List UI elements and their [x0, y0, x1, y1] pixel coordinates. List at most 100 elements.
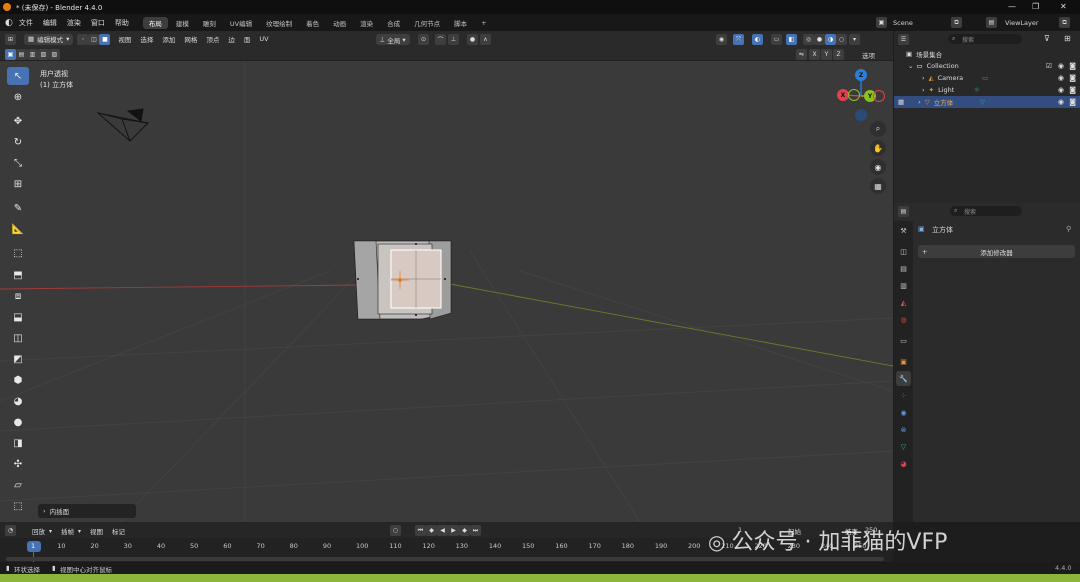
tab-rendering[interactable]: 渲染	[354, 17, 379, 29]
maximize-button[interactable]: ❐	[1032, 2, 1039, 11]
menu-vertex[interactable]: 顶点	[206, 34, 219, 44]
select-extend-icon[interactable]: ▤	[16, 49, 27, 60]
camera-render-icon[interactable]: ◙	[1069, 62, 1076, 70]
camera-view-icon[interactable]: ◉	[870, 159, 886, 175]
poly-build-tool[interactable]: ⬢	[7, 371, 29, 389]
cursor-tool[interactable]: ⊕	[7, 88, 29, 106]
edge-select-icon[interactable]: ◫	[88, 33, 100, 45]
snap-icon[interactable]: ⌒	[435, 34, 446, 45]
outliner-collection-row[interactable]: ⌄ ▭ Collection ☑ ◉ ◙	[894, 60, 1080, 72]
new-scene-icon[interactable]: ⧉	[951, 17, 962, 28]
outliner-scene-collection-row[interactable]: ▣ 场景集合	[894, 48, 1080, 60]
xray-icon[interactable]: ▭	[771, 34, 782, 45]
add-modifier-button[interactable]: + 添加修改器	[918, 245, 1075, 258]
outliner-item-camera[interactable]: › ◭ Camera ▭ ◉ ◙	[894, 72, 1080, 84]
outliner-item-light[interactable]: › ✦ Light ☼ ◉ ◙	[894, 84, 1080, 96]
tab-shading[interactable]: 着色	[300, 17, 325, 29]
menu-uv[interactable]: UV	[259, 35, 268, 43]
menu-keying[interactable]: 插帧	[61, 526, 74, 536]
viewlayer-name[interactable]: ViewLayer	[1005, 19, 1057, 27]
menu-edit[interactable]: 编辑	[43, 18, 57, 28]
select-subtract-icon[interactable]: ▥	[27, 49, 38, 60]
scene-name[interactable]: Scene	[893, 19, 949, 27]
menu-playback[interactable]: 回放	[32, 526, 45, 536]
play-reverse-icon[interactable]: ◀	[437, 525, 448, 536]
select-box-tool[interactable]: ↖	[7, 67, 29, 85]
render-properties-icon[interactable]: ◫	[896, 244, 911, 259]
tab-modeling[interactable]: 建模	[170, 17, 195, 29]
inset-tool[interactable]: ⧈	[7, 287, 29, 305]
menu-window[interactable]: 窗口	[91, 18, 105, 28]
annotate-tool[interactable]: ✎	[7, 199, 29, 217]
mirror-x-toggle[interactable]: X	[809, 49, 820, 60]
physics-properties-icon[interactable]: ◉	[896, 405, 911, 420]
tab-animation[interactable]: 动画	[327, 17, 352, 29]
edge-slide-tool[interactable]: ◨	[7, 434, 29, 452]
add-cube-tool[interactable]: ⬚	[7, 244, 29, 262]
wireframe-shading-icon[interactable]: ◎	[803, 34, 814, 45]
play-icon[interactable]: ▶	[448, 525, 459, 536]
eye-icon[interactable]: ◉	[1058, 98, 1064, 106]
options-dropdown[interactable]: 选项	[862, 50, 875, 60]
shear-tool[interactable]: ▱	[7, 476, 29, 494]
gizmo-z[interactable]: Z	[855, 69, 867, 81]
camera-render-icon[interactable]: ◙	[1069, 86, 1076, 94]
proportional-edit-icon[interactable]: ●	[467, 34, 478, 45]
menu-select[interactable]: 选择	[140, 34, 153, 44]
measure-tool[interactable]: 📐	[7, 220, 29, 238]
pin-icon[interactable]: ⚲	[1066, 225, 1071, 233]
new-viewlayer-icon[interactable]: ⧉	[1059, 17, 1070, 28]
new-collection-icon[interactable]: ⊞	[1064, 34, 1071, 43]
menu-view[interactable]: 视图	[118, 34, 131, 44]
eye-icon[interactable]: ◉	[1058, 86, 1064, 94]
overlay-toggle-icon[interactable]: ◐	[752, 34, 763, 45]
visibility-icon[interactable]: ◉	[716, 34, 727, 45]
mirror-y-toggle[interactable]: Y	[821, 49, 832, 60]
3d-viewport[interactable]	[0, 31, 893, 522]
menu-add[interactable]: 添加	[162, 34, 175, 44]
transform-orientation-dropdown[interactable]: ⟂ 全局 ▾	[376, 34, 410, 45]
rendered-shading-icon[interactable]: ○	[836, 34, 847, 45]
menu-timeline-view[interactable]: 视图	[90, 526, 103, 536]
jump-end-icon[interactable]: ⏭	[470, 525, 481, 536]
perspective-toggle-icon[interactable]: ▦	[870, 178, 886, 194]
eye-icon[interactable]: ◉	[1058, 74, 1064, 82]
collection-checkbox-icon[interactable]: ☑	[1046, 62, 1052, 70]
mesh-edit-overlay-icon[interactable]: ◧	[786, 34, 797, 45]
record-icon[interactable]: ○	[390, 525, 401, 536]
camera-object[interactable]	[96, 108, 149, 142]
data-properties-icon[interactable]: ▽	[896, 439, 911, 454]
tab-compositing[interactable]: 合成	[381, 17, 406, 29]
spin-tool[interactable]: ◕	[7, 392, 29, 410]
add-workspace-button[interactable]: +	[475, 17, 492, 29]
bevel-tool[interactable]: ⬓	[7, 308, 29, 326]
chevron-down-icon[interactable]: ⌄	[908, 62, 913, 70]
chevron-right-icon[interactable]: ›	[918, 98, 921, 106]
mirror-icon[interactable]: ⇋	[796, 49, 807, 60]
collection-properties-icon[interactable]: ▭	[896, 333, 911, 348]
extrude-tool[interactable]: ⬒	[7, 266, 29, 284]
prev-keyframe-icon[interactable]: ◆	[426, 525, 437, 536]
object-properties-icon[interactable]: ▣	[896, 354, 911, 369]
menu-marker[interactable]: 标记	[112, 526, 125, 536]
vertex-select-icon[interactable]: ◦	[77, 33, 89, 45]
outliner-search-input[interactable]: ⌕ 搜索	[948, 34, 1022, 44]
select-new-icon[interactable]: ▣	[5, 49, 16, 60]
viewlayer-selector[interactable]: ▤ ViewLayer ⧉	[986, 17, 1070, 28]
select-intersect-icon[interactable]: ▨	[49, 49, 60, 60]
properties-search-input[interactable]: ⌕ 搜索	[950, 206, 1022, 216]
face-select-icon[interactable]: ■	[99, 33, 111, 45]
tab-scripting[interactable]: 脚本	[448, 17, 473, 29]
falloff-icon[interactable]: ∧	[480, 34, 491, 45]
editor-type-icon[interactable]: ⊞	[5, 33, 16, 45]
menu-face[interactable]: 面	[244, 34, 251, 44]
snap-target-icon[interactable]: ⊥	[448, 34, 459, 45]
jump-start-icon[interactable]: ⏮	[415, 525, 426, 536]
material-properties-icon[interactable]: ◕	[896, 456, 911, 471]
scene-properties-icon[interactable]: ◭	[896, 295, 911, 310]
mirror-z-toggle[interactable]: Z	[833, 49, 844, 60]
eye-icon[interactable]: ◉	[1058, 62, 1064, 70]
zoom-icon[interactable]: ⌕	[870, 121, 886, 137]
properties-editor-type-icon[interactable]: ▤	[898, 206, 909, 217]
knife-tool[interactable]: ◩	[7, 350, 29, 368]
